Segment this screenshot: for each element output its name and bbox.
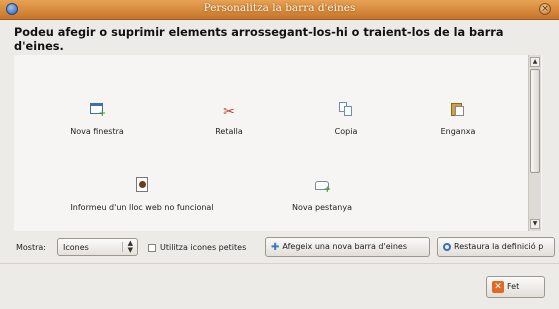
palette-item-label: Copia <box>334 127 358 136</box>
title-bar[interactable]: Personalitza la barra d'eines × <box>0 0 559 20</box>
palette-item-label: Nova pestanya <box>292 203 352 212</box>
done-label: Fet <box>507 282 520 291</box>
palette-scrollbar[interactable]: ▲ ▼ <box>528 55 541 231</box>
palette-item-label: Retalla <box>215 127 243 136</box>
copy-icon <box>338 101 354 117</box>
add-toolbar-label: Afegeix una nova barra d'eines <box>282 242 407 251</box>
palette-item-copy[interactable]: Copia <box>316 101 376 138</box>
updown-arrows-icon: ▲ ▼ <box>127 239 133 254</box>
close-button[interactable]: × <box>539 3 551 15</box>
add-icon: ✚ <box>271 241 280 253</box>
palette-item-cut[interactable]: ✂ Retalla <box>199 101 259 138</box>
show-label: Mostra: <box>16 243 46 252</box>
add-toolbar-button[interactable]: ✚ Afegeix una nova barra d'eines <box>265 237 430 257</box>
window-title: Personalitza la barra d'eines <box>203 2 356 14</box>
small-icons-checkbox[interactable] <box>148 244 156 252</box>
cut-icon: ✂ <box>223 104 235 120</box>
report-broken-site-icon <box>134 177 150 193</box>
scrollbar-thumb[interactable] <box>530 69 540 173</box>
palette-item-label: Informeu d'un lloc web no funcional <box>70 203 214 212</box>
show-mode-select[interactable]: Icones ▲ ▼ <box>57 238 138 256</box>
small-icons-label[interactable]: Utilitza icones petites <box>160 243 246 252</box>
palette-item-label: Nova finestra <box>70 127 124 136</box>
restore-icon <box>443 243 451 251</box>
restore-default-button[interactable]: Restaura la definició p <box>437 237 555 257</box>
customize-toolbar-dialog: Personalitza la barra d'eines × Podeu af… <box>0 0 559 309</box>
scroll-down-arrow-icon[interactable]: ▼ <box>530 219 540 229</box>
paste-icon <box>450 101 466 117</box>
palette-item-new-tab[interactable]: + Nova pestanya <box>277 177 367 214</box>
done-icon: ✕ <box>492 281 504 293</box>
palette-item-new-window[interactable]: + Nova finestra <box>56 101 138 138</box>
scroll-up-arrow-icon[interactable]: ▲ <box>530 57 540 67</box>
done-button[interactable]: ✕ Fet <box>486 276 545 298</box>
instructions-text: Podeu afegir o suprimir elements arrosse… <box>14 26 504 53</box>
show-mode-value: Icones <box>63 243 89 252</box>
new-window-icon: + <box>89 101 106 119</box>
palette-item-paste[interactable]: Enganxa <box>428 101 488 138</box>
divider <box>0 263 559 264</box>
restore-label: Restaura la definició p <box>454 242 544 251</box>
new-tab-icon: + <box>314 177 331 195</box>
palette-item-label: Enganxa <box>440 127 476 136</box>
toolbar-item-palette: + Nova finestra ✂ Retalla Copia Enganxa … <box>14 55 542 231</box>
palette-item-report-broken-site[interactable]: Informeu d'un lloc web no funcional <box>56 177 228 214</box>
